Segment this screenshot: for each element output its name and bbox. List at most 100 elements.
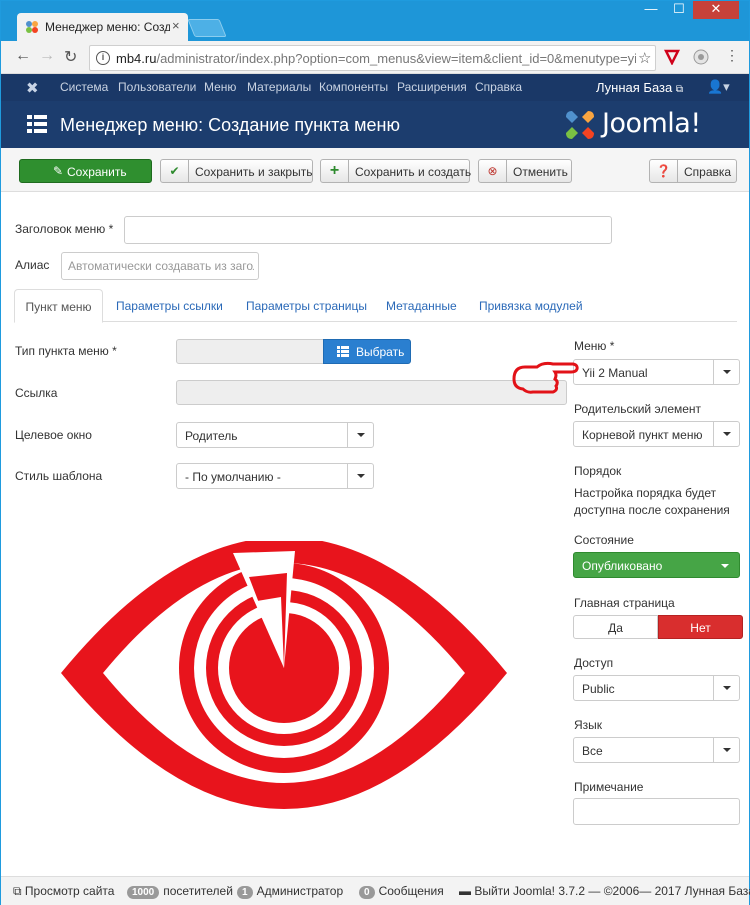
- info-icon[interactable]: i: [96, 51, 110, 65]
- chevron-down-icon: [713, 738, 739, 762]
- home-no-button[interactable]: Нет: [658, 615, 743, 639]
- item-type-input: [176, 339, 324, 364]
- parent-select[interactable]: Корневой пункт меню: [573, 421, 740, 447]
- tab-menu-item[interactable]: Пункт меню: [14, 289, 103, 323]
- site-link[interactable]: Лунная База ⧉: [596, 80, 683, 95]
- tab-close-icon[interactable]: ×: [172, 18, 180, 33]
- menu-select[interactable]: Yii 2 Manual: [573, 359, 740, 385]
- admin-top-nav: ✖ Система Пользователи Меню Материалы Ко…: [1, 74, 749, 101]
- save-close-button[interactable]: ✔ Сохранить и закрыть: [160, 159, 313, 183]
- menu-label: Меню *: [574, 339, 615, 353]
- alias-label: Алиас: [15, 258, 50, 272]
- url-text: mb4.ru/administrator/index.php?option=co…: [116, 51, 636, 66]
- nav-extensions[interactable]: Расширения: [397, 80, 467, 94]
- menu-title-input[interactable]: [124, 216, 612, 244]
- menu-dots-icon[interactable]: ⋮: [725, 47, 739, 64]
- minimize-button[interactable]: —: [637, 1, 665, 19]
- access-label: Доступ: [574, 656, 614, 670]
- link-input: [176, 380, 567, 405]
- bookmark-star-icon[interactable]: ☆: [638, 49, 651, 67]
- link-label: Ссылка: [15, 386, 58, 400]
- maximize-button[interactable]: ☐: [665, 1, 693, 19]
- forward-arrow-icon[interactable]: →: [39, 47, 55, 65]
- home-yes-button[interactable]: Да: [573, 615, 658, 639]
- nav-help[interactable]: Справка: [475, 80, 522, 94]
- user-icon[interactable]: 👤▾: [707, 79, 730, 95]
- tabs-bar: Пункт меню Параметры ссылки Параметры ст…: [14, 289, 737, 323]
- language-select[interactable]: Все: [573, 737, 740, 763]
- parent-label: Родительский элемент: [574, 402, 702, 416]
- order-note: Настройка порядка будет доступна после с…: [574, 486, 730, 517]
- target-window-label: Целевое окно: [15, 428, 92, 442]
- list-icon: [337, 346, 349, 357]
- menu-title-label: Заголовок меню *: [15, 222, 114, 236]
- browser-tab[interactable]: Менеджер меню: Созда ×: [17, 13, 188, 41]
- title-bar: Менеджер меню: Созда × — ☐ ✕: [1, 1, 749, 41]
- chevron-down-icon: [713, 360, 739, 384]
- template-style-label: Стиль шаблона: [15, 469, 103, 483]
- nav-components[interactable]: Компоненты: [319, 80, 388, 94]
- menu-list-icon: [27, 115, 47, 133]
- chevron-down-icon: [347, 423, 373, 447]
- chevron-down-icon: [713, 422, 739, 446]
- alias-input[interactable]: Автоматически создавать из заголовка: [61, 252, 259, 280]
- tab-page-params[interactable]: Параметры страницы: [246, 289, 367, 322]
- new-tab-button[interactable]: [187, 19, 227, 37]
- status-bar: ⧉ Просмотр сайта 1000 посетителей 1 Админи…: [1, 876, 750, 905]
- question-icon: ❓: [650, 160, 678, 182]
- pointing-hand-icon: [512, 361, 579, 394]
- tab-title: Менеджер меню: Созда: [45, 20, 170, 34]
- logout-link[interactable]: ▬ Выйти: [459, 884, 510, 898]
- nav-system[interactable]: Система: [60, 80, 108, 94]
- checkmark-icon: ✔: [161, 160, 189, 182]
- tab-metadata[interactable]: Метаданные: [386, 289, 457, 322]
- close-window-button[interactable]: ✕: [693, 1, 739, 19]
- item-type-label: Тип пункта меню *: [15, 344, 117, 358]
- eye-icon: [61, 541, 507, 809]
- nav-content[interactable]: Материалы: [247, 80, 311, 94]
- home-label: Главная страница: [574, 596, 675, 610]
- save-new-button[interactable]: + Сохранить и создать: [320, 159, 471, 183]
- address-bar-row: ← → ↻ i mb4.ru/administrator/index.php?o…: [1, 41, 749, 74]
- access-select[interactable]: Public: [573, 675, 740, 701]
- joomla-favicon-icon: [26, 21, 38, 33]
- joomla-logo-icon: [566, 111, 594, 139]
- nav-users[interactable]: Пользователи: [118, 80, 196, 94]
- note-label: Примечание: [574, 780, 644, 794]
- page-header: Менеджер меню: Создание пункта меню Joom…: [1, 101, 749, 148]
- status-label: Состояние: [574, 533, 634, 547]
- caret-down-icon: [721, 564, 729, 572]
- external-link-icon: ⧉: [675, 84, 683, 95]
- extension-icon[interactable]: [693, 49, 709, 65]
- tab-module-assignment[interactable]: Привязка модулей: [479, 289, 583, 322]
- shield-extension-icon[interactable]: [664, 49, 680, 65]
- joomla-menu-icon[interactable]: ✖: [26, 79, 39, 97]
- tab-link-params[interactable]: Параметры ссылки: [116, 289, 223, 322]
- cancel-button[interactable]: ⊗ Отменить: [478, 159, 572, 183]
- target-window-select[interactable]: Родитель: [176, 422, 374, 448]
- preview-site-link[interactable]: ⧉ Просмотр сайта: [13, 884, 114, 899]
- chevron-down-icon: [347, 464, 373, 488]
- page-title: Менеджер меню: Создание пункта меню: [60, 115, 400, 135]
- url-input[interactable]: i mb4.ru/administrator/index.php?option=…: [89, 45, 656, 71]
- back-arrow-icon[interactable]: ←: [15, 47, 31, 65]
- nav-menus[interactable]: Меню: [204, 80, 236, 94]
- plus-icon: +: [321, 160, 349, 182]
- toolbar: ✎ Сохранить ✔ Сохранить и закрыть + Сохр…: [1, 148, 749, 192]
- template-style-select[interactable]: - По умолчанию -: [176, 463, 374, 489]
- save-button[interactable]: ✎ Сохранить: [19, 159, 152, 183]
- admins-status[interactable]: 1 Администратор: [237, 884, 343, 899]
- joomla-logo-text: Joomla!: [602, 108, 701, 139]
- visitors-status[interactable]: 1000 посетителей: [127, 884, 233, 899]
- status-select[interactable]: Опубликовано: [573, 552, 740, 578]
- footer-copyright: Joomla! 3.7.2 — ©2006— 2017 Лунная База: [513, 884, 750, 898]
- messages-status[interactable]: 0 Сообщения: [359, 884, 444, 899]
- home-toggle: Да Нет: [573, 615, 743, 639]
- order-label: Порядок: [574, 464, 622, 478]
- external-link-icon: ⧉: [13, 884, 22, 898]
- help-button[interactable]: ❓ Справка: [649, 159, 737, 183]
- cancel-circle-icon: ⊗: [479, 160, 507, 182]
- reload-icon[interactable]: ↻: [64, 47, 77, 67]
- select-type-button[interactable]: Выбрать: [323, 339, 411, 364]
- note-input[interactable]: [573, 798, 740, 825]
